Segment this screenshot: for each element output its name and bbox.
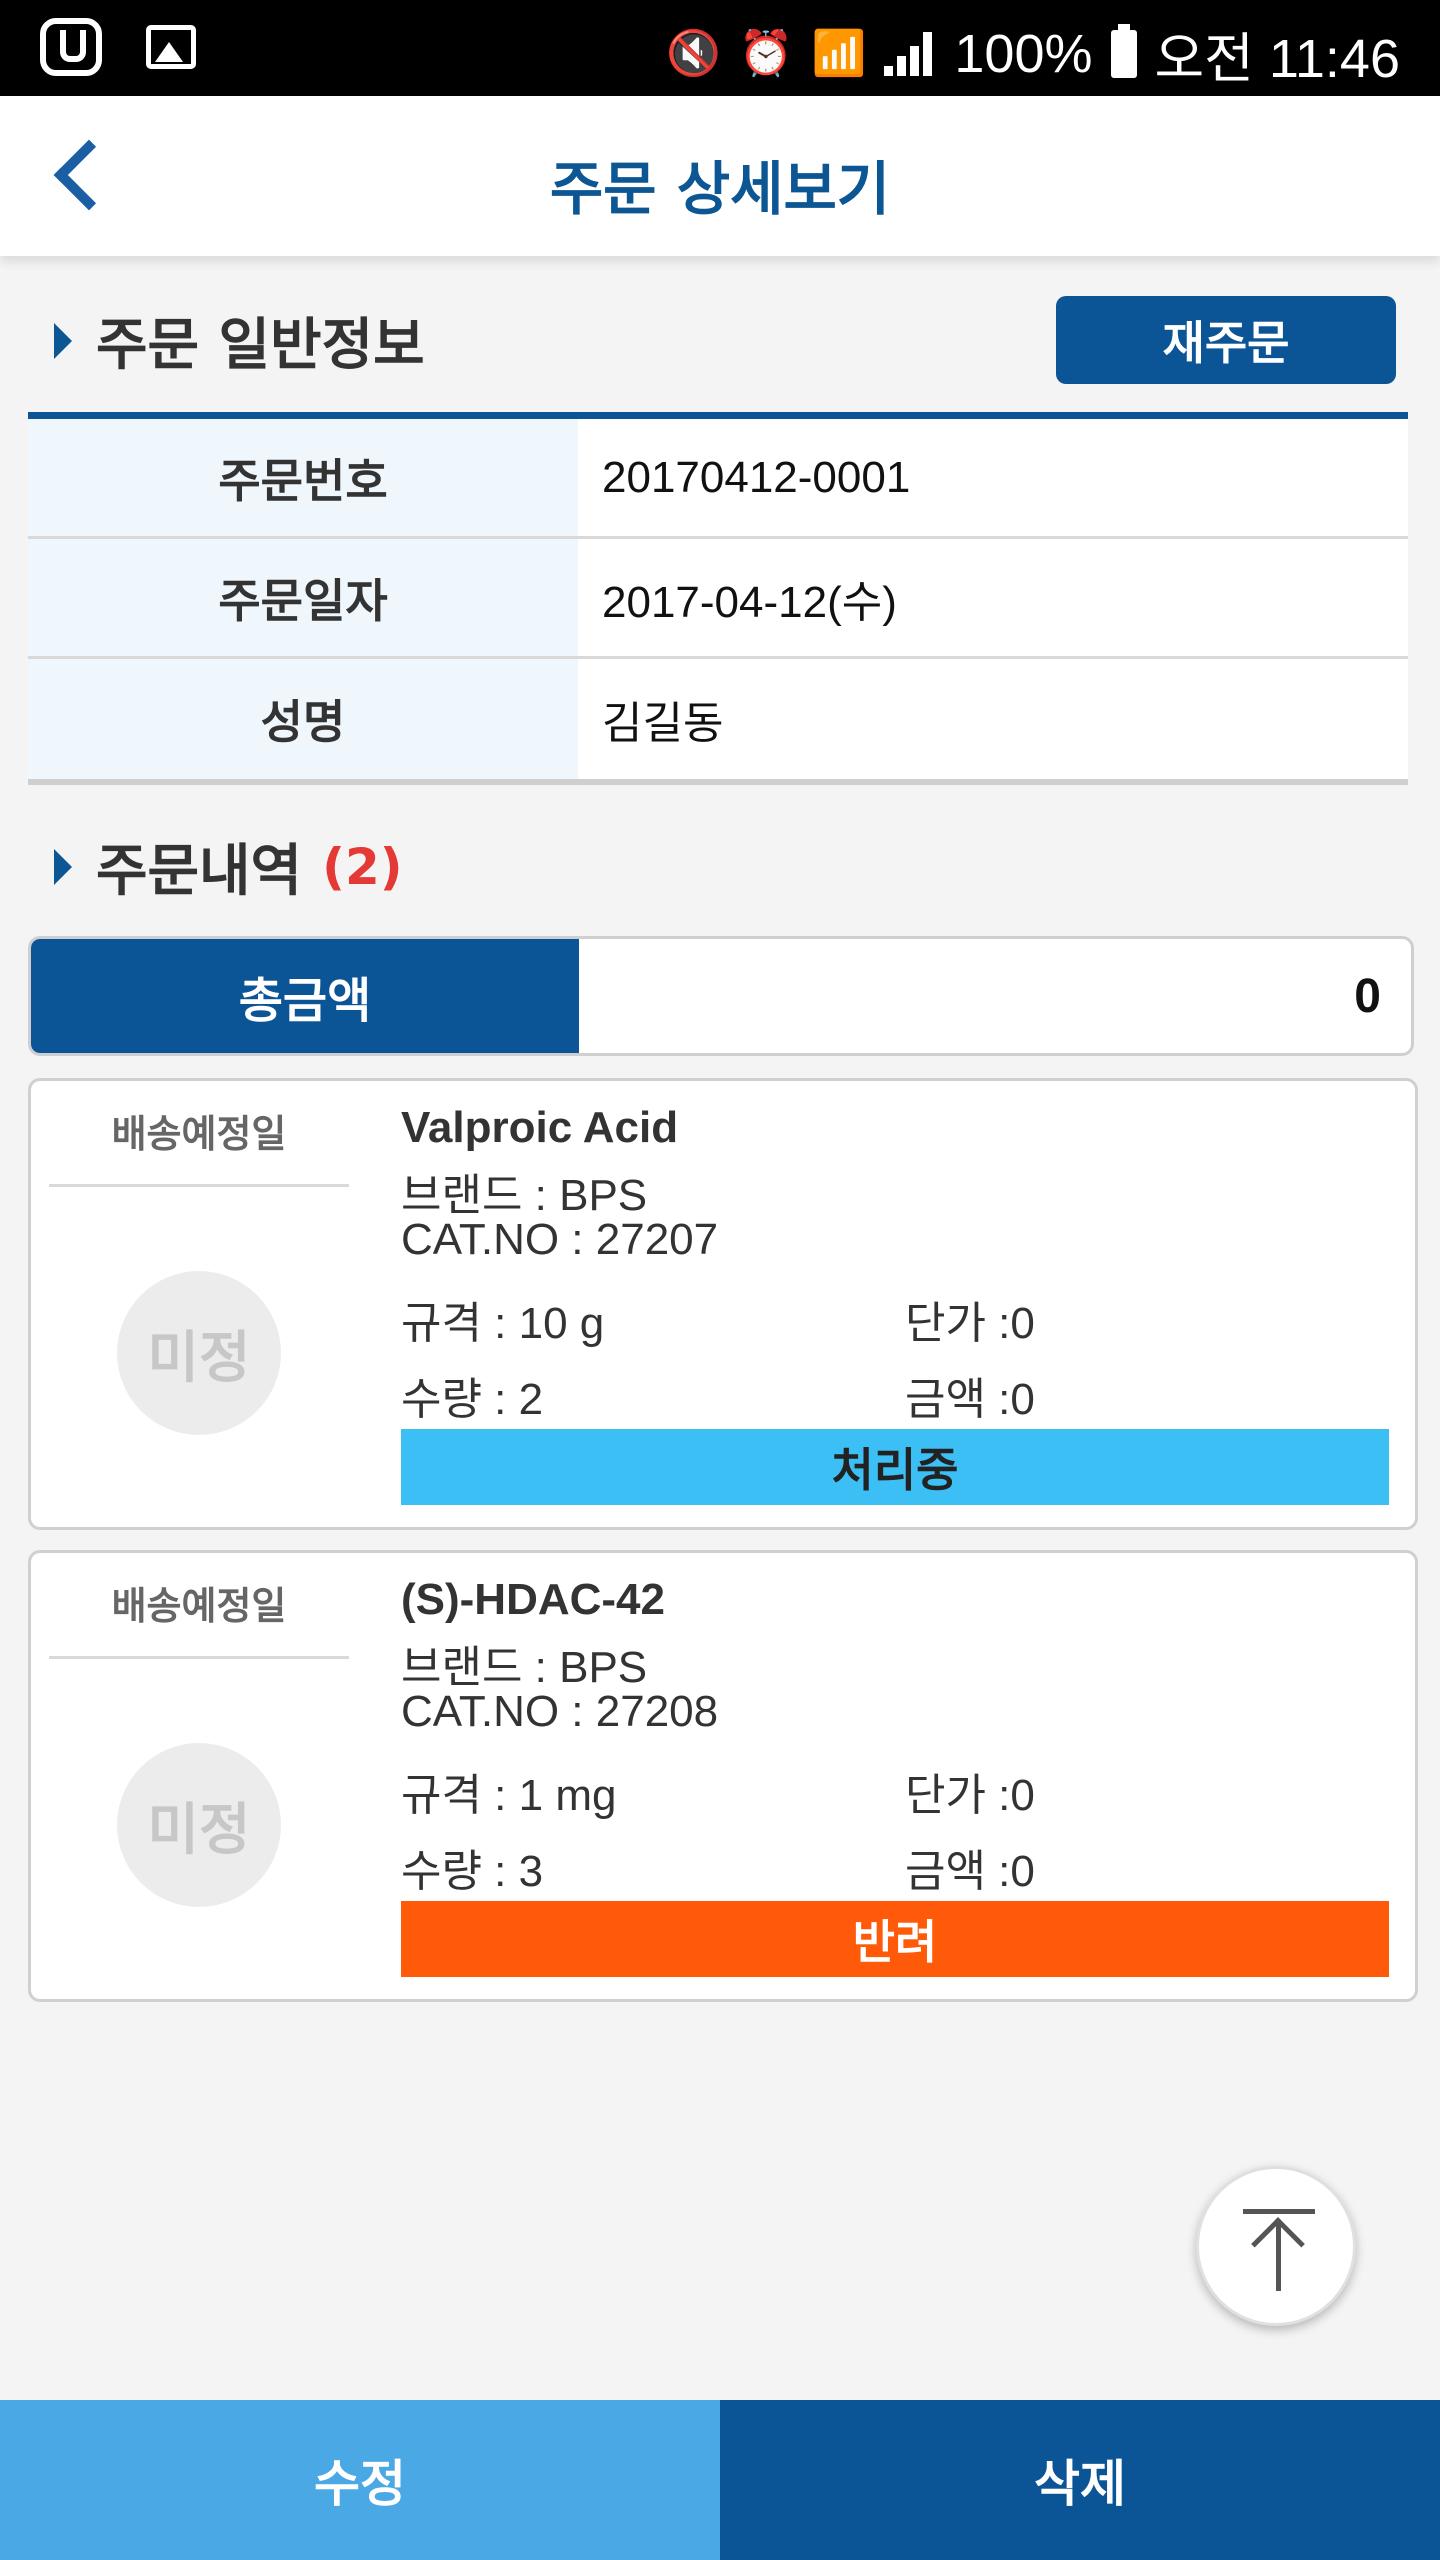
product-quantity: 수량 : 2 (401, 1375, 544, 1424)
product-name: Valproic Acid (401, 1103, 679, 1152)
order-number-value: 20170412-0001 (578, 419, 1408, 536)
product-name: (S)-HDAC-42 (401, 1575, 665, 1624)
battery-percent: 100% (954, 23, 1093, 84)
status-bar: 🔇 ⏰ 📶 100% 오전 11:46 (0, 0, 1440, 96)
page-title: 주문 상세보기 (549, 155, 891, 223)
ship-date-label: 배송예정일 (49, 1575, 349, 1659)
edit-button[interactable]: 수정 (0, 2400, 720, 2560)
alarm-icon: ⏰ (738, 28, 794, 78)
general-info-title: 주문 일반정보 (96, 313, 425, 378)
order-history-title: 주문내역 (96, 839, 303, 904)
battery-icon (1110, 23, 1137, 78)
product-unit-price: 단가 :0 (905, 1771, 1035, 1820)
clock: 오전 11:46 (1154, 29, 1401, 89)
order-date-label: 주문일자 (28, 539, 578, 656)
order-item-card[interactable]: 배송예정일 미정 Valproic Acid 브랜드 : BPS CAT.NO … (28, 1078, 1418, 1530)
total-amount-box: 총금액 0 (28, 936, 1414, 1056)
product-amount: 금액 :0 (905, 1375, 1035, 1424)
product-unit-price: 단가 :0 (905, 1299, 1035, 1348)
order-count: (2) (322, 837, 403, 896)
total-amount-label: 총금액 (31, 939, 579, 1053)
order-item-card[interactable]: 배송예정일 미정 (S)-HDAC-42 브랜드 : BPS CAT.NO : … (28, 1550, 1418, 2002)
product-brand: 브랜드 : BPS (401, 1171, 648, 1220)
product-cat-no: CAT.NO : 27207 (401, 1215, 719, 1264)
order-info-table: 주문번호 20170412-0001 주문일자 2017-04-12(수) 성명… (28, 412, 1408, 785)
product-spec: 규격 : 10 g (401, 1299, 605, 1348)
app-header: 주문 상세보기 (0, 96, 1440, 256)
customer-name-value: 김길동 (578, 659, 1408, 779)
status-badge: 반려 (401, 1901, 1389, 1977)
order-history-heading: 주문내역 (2) (54, 826, 403, 907)
wifi-icon: 📶 (811, 28, 867, 78)
section-triangle-icon (54, 322, 72, 359)
product-spec: 규격 : 1 mg (401, 1771, 617, 1820)
order-number-row: 주문번호 20170412-0001 (28, 419, 1408, 539)
vibrate-mute-icon: 🔇 (665, 28, 721, 78)
bottom-action-bar: 수정 삭제 (0, 2400, 1440, 2560)
general-info-heading: 주문 일반정보 (54, 300, 425, 381)
image-notification-icon (146, 25, 196, 69)
product-cat-no: CAT.NO : 27208 (401, 1687, 719, 1736)
total-amount-value: 0 (1354, 969, 1381, 1023)
scroll-to-top-button[interactable] (1196, 2166, 1356, 2326)
order-date-row: 주문일자 2017-04-12(수) (28, 539, 1408, 659)
order-number-label: 주문번호 (28, 419, 578, 536)
customer-name-row: 성명 김길동 (28, 659, 1408, 779)
section-triangle-icon (54, 848, 72, 885)
product-quantity: 수량 : 3 (401, 1847, 544, 1896)
ship-date-undetermined: 미정 (117, 1743, 281, 1907)
status-bar-left (40, 18, 196, 76)
delete-button[interactable]: 삭제 (720, 2400, 1440, 2560)
status-badge: 처리중 (401, 1429, 1389, 1505)
customer-name-label: 성명 (28, 659, 578, 779)
ship-date-undetermined: 미정 (117, 1271, 281, 1435)
app-notification-icon (40, 18, 102, 76)
reorder-button[interactable]: 재주문 (1056, 296, 1396, 384)
order-date-value: 2017-04-12(수) (578, 539, 1408, 656)
product-amount: 금액 :0 (905, 1847, 1035, 1896)
signal-icon (884, 31, 936, 76)
product-brand: 브랜드 : BPS (401, 1643, 648, 1692)
status-bar-right: 🔇 ⏰ 📶 100% 오전 11:46 (666, 14, 1400, 93)
ship-date-label: 배송예정일 (49, 1103, 349, 1187)
